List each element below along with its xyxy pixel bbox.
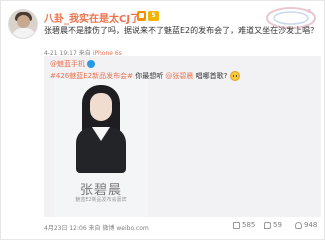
comment-button[interactable]: 59 [264, 221, 282, 229]
share-button[interactable]: 585 [233, 221, 255, 229]
avatar[interactable] [8, 9, 38, 39]
share-icon [233, 221, 240, 229]
smile-emoji-icon [229, 71, 240, 81]
level-badge-icon: 5 [148, 11, 159, 21]
repost-text-end: 唱哪首歌? [193, 72, 228, 80]
post-username[interactable]: 八卦_我实在是太CJ了 [44, 10, 140, 25]
poster-image[interactable]: 张碧晨 魅蓝E2新品发布会嘉宾 [54, 79, 148, 217]
repost-mention[interactable]: @张碧晨 [165, 72, 193, 80]
repost-block: @魅蓝手机 #426魅蓝E2新品发布会# 你最想听 @张碧晨 唱哪首歌? 张碧晨… [44, 56, 321, 217]
share-count: 585 [242, 221, 256, 229]
repost-username[interactable]: @魅蓝手机 [50, 60, 85, 68]
like-icon [295, 221, 302, 229]
verified-icon [87, 60, 95, 68]
post-text: 张碧晨不是膝伤了吗，据说来不了魅蓝E2的发布会了，难道又坐在沙发上唱？ [44, 26, 319, 35]
like-button[interactable]: 948 [295, 221, 317, 229]
vip-icon [137, 11, 146, 21]
like-count: 948 [304, 221, 318, 229]
repost-footer: 4月23日 12:06 来自 微博 weibo.com [44, 225, 149, 232]
weibo-post-card: 八卦_我实在是太CJ了 5 张碧晨不是膝伤了吗，据说来不了魅蓝E2的发布会了，难… [0, 0, 325, 240]
comment-count: 59 [273, 221, 282, 229]
repost-user: @魅蓝手机 [50, 59, 95, 69]
poster-caption: 魅蓝E2新品发布会嘉宾 [75, 197, 127, 203]
comment-icon [264, 221, 271, 229]
